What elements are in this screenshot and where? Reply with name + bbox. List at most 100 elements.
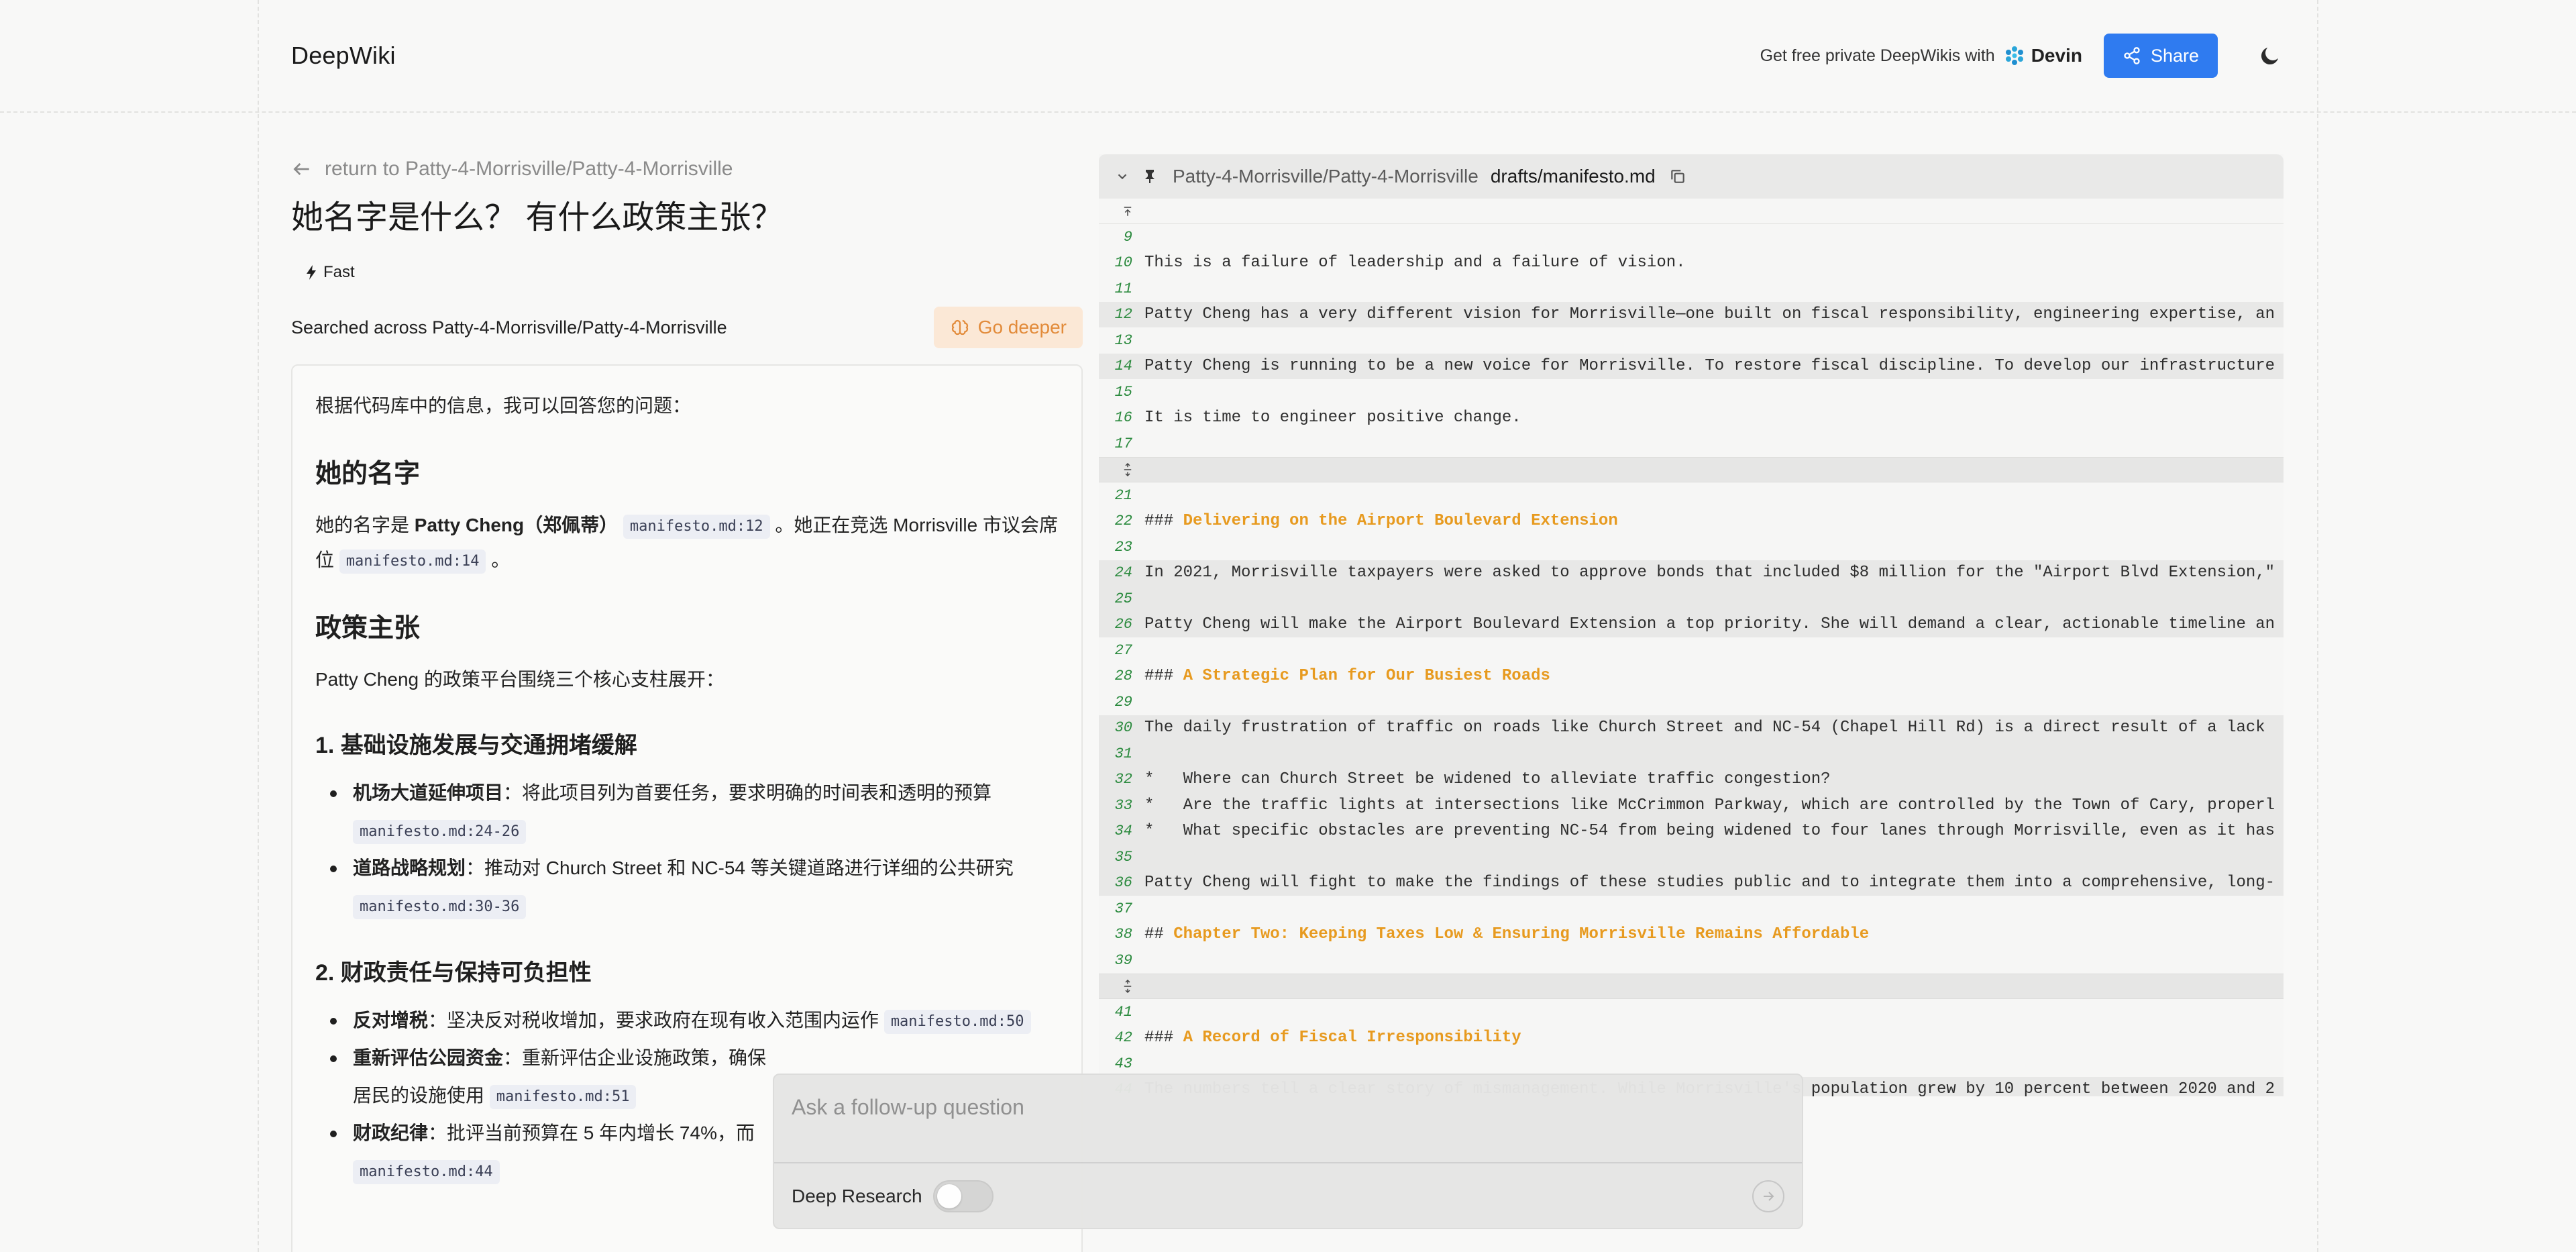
chevron-down-icon[interactable] [1115, 169, 1130, 184]
line-number: 22 [1114, 513, 1132, 530]
code-line: 25 [1099, 586, 2284, 612]
code-reference[interactable]: manifesto.md:50 [883, 1009, 1031, 1034]
code-line: 42 ### A Record of Fiscal Irresponsibilit… [1099, 1025, 2284, 1051]
code-reference[interactable]: manifesto.md:14 [339, 549, 486, 574]
code-line: 31 [1099, 741, 2284, 767]
go-deeper-button[interactable]: Go deeper [933, 307, 1083, 348]
line-number: 24 [1114, 564, 1132, 582]
repo-icon [1142, 168, 1158, 185]
line-number: 17 [1114, 435, 1132, 452]
line-number: 33 [1114, 796, 1132, 814]
markdown-heading-text: Delivering on the Airport Boulevard Exte… [1183, 512, 1618, 531]
expand-up-icon [1099, 205, 1144, 217]
code-body: 9 10 This is a failure of leadership and a… [1099, 199, 2284, 1096]
code-reference[interactable]: manifesto.md:30-36 [353, 894, 527, 919]
markdown-heading-text: Chapter Two: Keeping Taxes Low & Ensurin… [1173, 925, 1870, 944]
lightning-icon [307, 265, 316, 280]
code-line: 13 [1099, 327, 2284, 354]
devin-brand-text: Devin [2031, 45, 2082, 66]
code-line: 32 * Where can Church Street be widened t… [1099, 766, 2284, 792]
back-link[interactable]: return to Patty-4-Morrisville/Patty-4-Mo… [291, 154, 1083, 184]
line-number: 12 [1114, 306, 1132, 323]
line-text: ### [1144, 667, 1183, 686]
share-button[interactable]: Share [2103, 34, 2218, 78]
line-number: 42 [1114, 1029, 1132, 1047]
share-label: Share [2150, 45, 2199, 66]
deep-research-toggle[interactable] [932, 1180, 994, 1212]
promo-text: Get free private DeepWikis with [1760, 46, 1995, 65]
code-reference[interactable]: manifesto.md:12 [623, 514, 770, 539]
line-number: 15 [1114, 383, 1132, 401]
line-text: * What specific obstacles are preventing… [1144, 822, 2275, 841]
share-icon [2124, 47, 2140, 64]
line-text: ### [1144, 1029, 1183, 1047]
code-reference[interactable]: manifesto.md:44 [353, 1159, 500, 1184]
mode-badge: Fast [305, 263, 355, 282]
line-number: 30 [1114, 719, 1132, 737]
line-number: 43 [1114, 1055, 1132, 1072]
code-line: 21 [1099, 482, 2284, 509]
code-viewer-panel: Patty-4-Morrisville/Patty-4-Morrisville … [1099, 154, 2284, 1096]
code-line: 23 [1099, 534, 2284, 560]
go-deeper-label: Go deeper [977, 317, 1067, 337]
code-line: 27 [1099, 637, 2284, 664]
moon-icon [2261, 48, 2278, 65]
section-1-title: 1. 基础设施发展与交通拥堵缓解 [315, 733, 637, 758]
item-text: ：批评当前预算在 5 年内增长 74%，而 [428, 1123, 755, 1143]
code-line: 35 [1099, 844, 2284, 870]
expand-up-row[interactable] [1099, 199, 2284, 224]
line-number: 26 [1114, 616, 1132, 633]
code-line: 30 The daily frustration of traffic on ro… [1099, 715, 2284, 741]
followup-input[interactable]: Ask a follow-up question [774, 1075, 1802, 1163]
code-lines: 9 10 This is a failure of leadership and a… [1099, 224, 2284, 1096]
item-title: 道路战略规划 [353, 857, 466, 878]
copy-icon[interactable] [1669, 168, 1686, 185]
code-line: 17 [1099, 431, 2284, 457]
section-1-list: 机场大道延伸项目：将此项目列为首要任务，要求明确的时间表和透明的预算 manif… [315, 774, 1059, 925]
theme-toggle-button[interactable] [2255, 41, 2285, 70]
back-link-text: return to Patty-4-Morrisville/Patty-4-Mo… [325, 158, 733, 180]
send-button[interactable] [1752, 1180, 1784, 1212]
line-number: 21 [1114, 486, 1132, 504]
repo-path: Patty-4-Morrisville/Patty-4-Morrisville [1173, 166, 1479, 187]
expand-icon [1099, 462, 1144, 477]
line-number: 39 [1114, 951, 1132, 969]
line-text: * Are the traffic lights at intersection… [1144, 796, 2275, 815]
code-line: 41 [1099, 999, 2284, 1025]
code-reference[interactable]: manifesto.md:51 [489, 1084, 637, 1109]
line-text: The daily frustration of traffic on road… [1144, 719, 2265, 737]
code-line: 12 Patty Cheng has a very different visio… [1099, 301, 2284, 327]
top-header: DeepWiki Get free private DeepWikis with… [258, 0, 2318, 111]
line-text: Patty Cheng will fight to make the findi… [1144, 874, 2275, 892]
collapsed-lines-separator[interactable] [1099, 973, 2284, 999]
item-title: 重新评估公园资金 [353, 1047, 504, 1068]
frame-divider-left [258, 0, 259, 1252]
line-number: 36 [1114, 874, 1132, 892]
code-reference[interactable]: manifesto.md:24-26 [353, 819, 527, 844]
line-number: 13 [1114, 331, 1132, 349]
line-text: ## [1144, 925, 1174, 944]
question-title: 她名字是什么？ 有什么政策主张？ [291, 200, 784, 236]
code-line: 10 This is a failure of leadership and a … [1099, 250, 2284, 276]
line-number: 14 [1114, 358, 1132, 375]
item-title: 反对增税 [353, 1010, 429, 1031]
code-line: 33 * Are the traffic lights at intersecti… [1099, 792, 2284, 819]
arrow-right-icon [1764, 1192, 1774, 1201]
code-viewer-header: Patty-4-Morrisville/Patty-4-Morrisville … [1099, 154, 2284, 199]
line-text: Patty Cheng has a very different vision … [1144, 305, 2275, 324]
item-text: ：重新评估企业设施政策，确保 [503, 1047, 767, 1068]
code-line: 11 [1099, 276, 2284, 302]
list-item: 道路战略规划：推动对 Church Street 和 NC-54 等关键道路进行… [315, 849, 1059, 925]
code-line: 36 Patty Cheng will fight to make the fin… [1099, 870, 2284, 896]
brand-logo[interactable]: DeepWiki [291, 42, 396, 70]
markdown-heading-text: A Strategic Plan for Our Busiest Roads [1183, 667, 1550, 686]
devin-promo[interactable]: Get free private DeepWikis with Devin [1760, 45, 2082, 66]
code-line: 26 Patty Cheng will make the Airport Boul… [1099, 611, 2284, 637]
followup-controls: Deep Research [774, 1163, 1802, 1229]
code-line: 39 [1099, 947, 2284, 974]
line-number: 10 [1114, 254, 1132, 272]
code-line: 22 ### Delivering on the Airport Boulevar… [1099, 509, 2284, 535]
collapsed-lines-separator[interactable] [1099, 456, 2284, 482]
line-number: 11 [1114, 280, 1132, 297]
code-line: 38 ## Chapter Two: Keeping Taxes Low & En… [1099, 922, 2284, 948]
